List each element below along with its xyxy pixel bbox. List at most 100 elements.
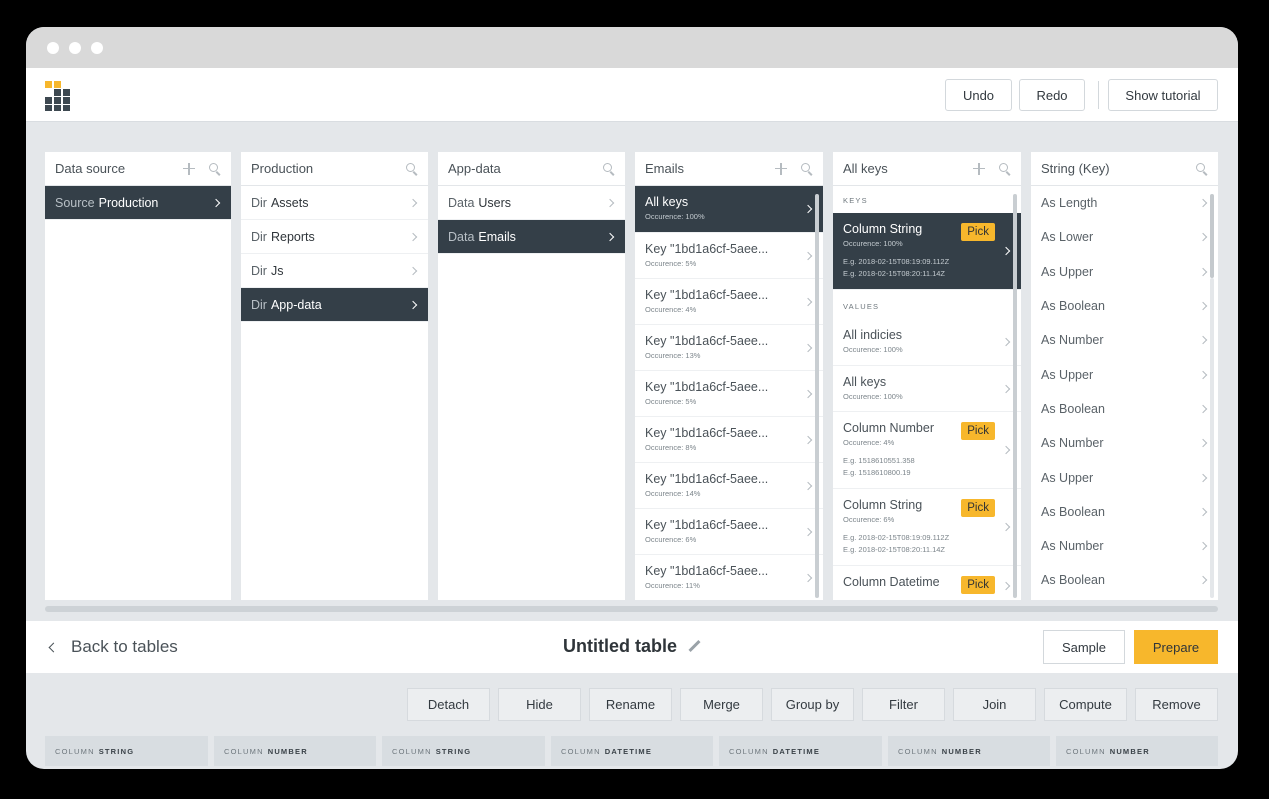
sample-button[interactable]: Sample xyxy=(1043,630,1125,664)
list-item-data-emails[interactable]: Data Emails xyxy=(438,220,625,254)
list-item-dir-reports[interactable]: Dir Reports xyxy=(241,220,428,254)
pick-button[interactable]: Pick xyxy=(961,499,995,517)
item-name: As Boolean xyxy=(1041,299,1105,314)
table-column-header[interactable]: COLUMN DATETIME xyxy=(719,736,882,766)
emails-scrollbar[interactable] xyxy=(815,194,819,598)
window-close-dot[interactable] xyxy=(47,41,59,54)
values-section-label: VALUES xyxy=(843,302,880,311)
compute-button[interactable]: Compute xyxy=(1044,688,1127,721)
list-item-dir-assets[interactable]: Dir Assets xyxy=(241,186,428,220)
table-column-header[interactable]: COLUMN DATETIME xyxy=(551,736,713,766)
search-icon[interactable] xyxy=(999,162,1011,175)
list-item-transform[interactable]: As Number xyxy=(1031,323,1218,357)
app-header: Undo Redo Show tutorial xyxy=(26,68,1238,122)
list-item-all-keys[interactable]: All keys Occurence: 100% xyxy=(833,366,1021,412)
list-item-transform[interactable]: As Number xyxy=(1031,529,1218,563)
chevron-right-icon xyxy=(1198,198,1208,208)
table-column-header[interactable]: COLUMN STRING xyxy=(382,736,545,766)
list-item-key[interactable]: Key "1bd1a6cf-5aee... Occurence: 5% xyxy=(635,233,823,279)
list-item-key[interactable]: Key "1bd1a6cf-5aee... Occurence: 14% xyxy=(635,463,823,509)
list-item-transform[interactable]: As Boolean xyxy=(1031,563,1218,597)
list-item-transform[interactable]: As Boolean xyxy=(1031,495,1218,529)
table-column-header[interactable]: COLUMN NUMBER xyxy=(1056,736,1218,766)
search-icon[interactable] xyxy=(406,162,418,175)
chevron-right-icon xyxy=(1001,445,1011,455)
column-emails: Emails All keys Occurence: 100% Key "1bd… xyxy=(635,152,823,600)
search-icon[interactable] xyxy=(603,162,615,175)
list-item-source-production[interactable]: Source Production xyxy=(45,186,231,220)
horizontal-scrollbar[interactable] xyxy=(45,606,1218,612)
show-tutorial-button[interactable]: Show tutorial xyxy=(1108,79,1218,111)
item-name: As Number xyxy=(1041,436,1104,451)
add-icon[interactable] xyxy=(973,162,985,175)
column-string-key: String (Key) As Length As Lower As Upper… xyxy=(1031,152,1218,600)
string-key-scrollbar-thumb[interactable] xyxy=(1210,194,1214,278)
item-prefix: Dir xyxy=(251,229,267,244)
chevron-right-icon xyxy=(1198,301,1208,311)
pencil-icon[interactable] xyxy=(687,640,701,654)
list-item-key[interactable]: Key "1bd1a6cf-5aee... Occurence: 8% xyxy=(635,417,823,463)
table-column-header[interactable]: COLUMN NUMBER xyxy=(888,736,1050,766)
prepare-button[interactable]: Prepare xyxy=(1134,630,1218,664)
table-title[interactable]: Untitled table xyxy=(563,636,701,657)
hide-button[interactable]: Hide xyxy=(498,688,581,721)
item-occurrence: Occurence: 100% xyxy=(843,392,903,401)
search-icon[interactable] xyxy=(1196,162,1208,175)
list-item-transform[interactable]: As Upper xyxy=(1031,357,1218,391)
column-type: STRING xyxy=(98,746,135,756)
string-key-scrollbar-track[interactable] xyxy=(1210,278,1214,598)
join-button[interactable]: Join xyxy=(953,688,1036,721)
column-type: NUMBER xyxy=(267,746,308,756)
pick-button[interactable]: Pick xyxy=(961,576,995,594)
pick-button[interactable]: Pick xyxy=(961,223,995,241)
list-item-key[interactable]: Key "1bd1a6cf-5aee... Occurence: 5% xyxy=(635,371,823,417)
item-prefix: Dir xyxy=(251,263,267,278)
search-icon[interactable] xyxy=(801,162,813,175)
window-maximize-dot[interactable] xyxy=(91,41,103,54)
undo-button[interactable]: Undo xyxy=(945,79,1012,111)
list-item-column-string[interactable]: Column String Occurence: 6% E.g. 2018-02… xyxy=(833,489,1021,566)
list-item-all-keys[interactable]: All keys Occurence: 100% xyxy=(635,186,823,233)
column-label: COLUMN xyxy=(729,746,769,756)
list-item-column-datetime[interactable]: Column Datetime Pick xyxy=(833,566,1021,600)
table-column-header[interactable]: COLUMN STRING xyxy=(45,736,208,766)
list-item-column-number[interactable]: Column Number Occurence: 4% E.g. 1518610… xyxy=(833,412,1021,489)
list-item-key[interactable]: Key "1bd1a6cf-5aee... Occurence: 13% xyxy=(635,325,823,371)
item-example: E.g. 2018-02-15T08:19:09.112Z xyxy=(843,257,950,266)
pick-button[interactable]: Pick xyxy=(961,422,995,440)
add-icon[interactable] xyxy=(183,162,195,175)
item-name: Production xyxy=(98,195,159,210)
add-icon[interactable] xyxy=(775,162,787,175)
list-item-transform[interactable]: As Upper xyxy=(1031,255,1218,289)
window-minimize-dot[interactable] xyxy=(69,41,81,54)
table-column-header[interactable]: COLUMN NUMBER xyxy=(214,736,376,766)
list-item-dir-app-data[interactable]: Dir App-data xyxy=(241,288,428,322)
list-item-transform[interactable]: As Boolean xyxy=(1031,392,1218,426)
list-item-key[interactable]: Key "1bd1a6cf-5aee... Occurence: 4% xyxy=(635,279,823,325)
list-item-transform[interactable]: As Upper xyxy=(1031,460,1218,494)
detach-button[interactable]: Detach xyxy=(407,688,490,721)
merge-button[interactable]: Merge xyxy=(680,688,763,721)
remove-button[interactable]: Remove xyxy=(1135,688,1218,721)
list-item-key[interactable]: Key "1bd1a6cf-5aee... Occurence: 6% xyxy=(635,509,823,555)
column-title: String (Key) xyxy=(1041,161,1110,176)
filter-button[interactable]: Filter xyxy=(862,688,945,721)
group-by-button[interactable]: Group by xyxy=(771,688,854,721)
search-icon[interactable] xyxy=(209,162,221,175)
back-to-tables-link[interactable]: Back to tables xyxy=(48,637,178,657)
redo-button[interactable]: Redo xyxy=(1019,79,1085,111)
list-item-transform[interactable]: As Boolean xyxy=(1031,289,1218,323)
list-item-data-users[interactable]: Data Users xyxy=(438,186,625,220)
list-item-transform[interactable]: As Number xyxy=(1031,426,1218,460)
list-item-key[interactable]: Key "1bd1a6cf-5aee... Occurence: 11% xyxy=(635,555,823,600)
all-keys-scrollbar[interactable] xyxy=(1013,194,1017,598)
list-item-transform[interactable]: As Lower xyxy=(1031,220,1218,254)
item-name: Users xyxy=(478,195,512,210)
column-label: COLUMN xyxy=(55,746,95,756)
column-header: Data source xyxy=(45,152,231,186)
list-item-column-string[interactable]: Column String Occurence: 100% E.g. 2018-… xyxy=(833,213,1021,290)
list-item-all-indicies[interactable]: All indicies Occurence: 100% xyxy=(833,319,1021,366)
list-item-transform[interactable]: As Length xyxy=(1031,186,1218,220)
rename-button[interactable]: Rename xyxy=(589,688,672,721)
list-item-dir-js[interactable]: Dir Js xyxy=(241,254,428,288)
